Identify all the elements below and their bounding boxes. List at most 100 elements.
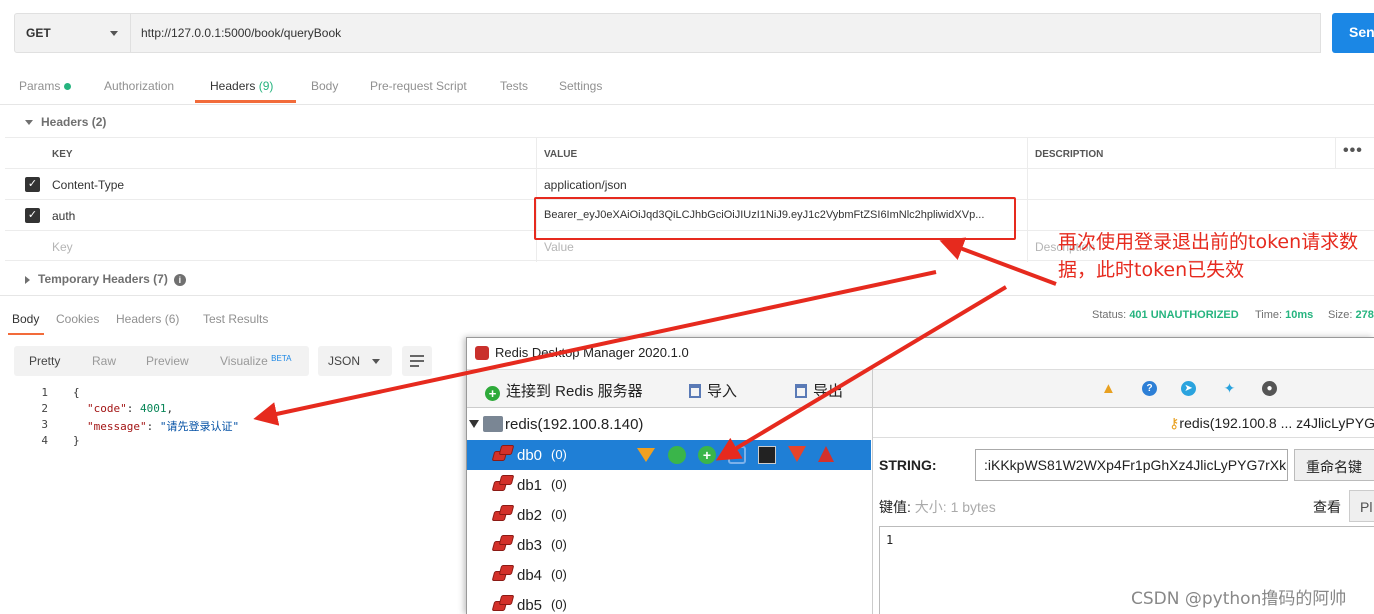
value-meta: 键值: 大小: 1 bytes [879,497,996,517]
db-node-db0[interactable]: db0 (0) + [467,440,871,470]
json-sep: : [146,420,160,433]
db-node-db4[interactable]: db4 (0) [467,560,871,590]
pane-divider[interactable] [872,369,873,614]
tab-prerequest-script[interactable]: Pre-request Script [370,79,467,93]
tab-params[interactable]: Params [19,79,72,93]
header-key-cell[interactable]: auth [45,200,536,231]
wrap-lines-button[interactable] [402,346,432,376]
method-select[interactable]: GET [14,13,131,53]
json-comma: , [166,402,174,415]
database-icon [491,565,515,583]
db-node-db2[interactable]: db2 (0) [467,500,871,530]
highlight-box [534,197,1016,240]
import-label: 导入 [707,383,738,400]
github-icon[interactable]: ● [1262,381,1277,396]
tab-headers-label: Headers [210,79,256,93]
analyze-icon[interactable] [788,446,806,462]
rdm-toolbar: + 连接到 Redis 服务器 导入 导出 ▲ ? ➤ ✦ ● [467,369,1374,408]
export-button[interactable]: 导出 [795,380,843,401]
header-desc-cell[interactable] [1027,200,1374,231]
help-icon[interactable]: ? [1142,381,1157,396]
db-node-db5[interactable]: db5 (0) [467,590,871,614]
connect-label: 连接到 Redis 服务器 [506,383,643,400]
caret-down-icon [25,120,33,126]
resp-tab-test-results[interactable]: Test Results [203,312,268,326]
url-input[interactable]: http://127.0.0.1:5000/book/queryBook [131,13,1321,53]
col-description: DESCRIPTION [1027,138,1335,169]
resp-active-tab-indicator [8,333,44,335]
add-key-icon[interactable]: + [698,446,716,464]
code-line: { [73,386,80,399]
header-value-cell[interactable]: application/json [536,169,1027,200]
db-node-db1[interactable]: db1 (0) [467,470,871,500]
filter-icon[interactable] [637,448,655,462]
headers-section-title: Headers (2) [41,115,107,129]
size-value: 278 [1355,309,1374,321]
temporary-headers-toggle[interactable]: Temporary Headers (7) i [25,272,186,286]
resp-tab-cookies[interactable]: Cookies [56,312,99,326]
tab-tests[interactable]: Tests [500,79,528,93]
request-bar: GET http://127.0.0.1:5000/book/queryBook… [0,0,1374,64]
line-number: 3 [41,418,48,431]
tab-headers-count: (9) [258,79,274,93]
resp-tab-body[interactable]: Body [12,312,39,326]
key-name-input[interactable]: :iKKkpWS81W2WXp4Fr1pGhXz4JlicLyPYG7rXk [975,449,1288,481]
table-header-row: KEY VALUE DESCRIPTION ••• [5,137,1374,169]
view-visualize-button[interactable]: Visualize BETA [220,354,291,368]
flush-icon[interactable] [728,446,746,464]
view-format-select[interactable]: Pl [1349,490,1374,522]
database-icon [491,445,515,463]
view-pretty-button[interactable]: Pretty [29,354,60,368]
tab-authorization[interactable]: Authorization [104,79,174,93]
db-count: (0) [551,567,567,582]
connect-server-button[interactable]: + 连接到 Redis 服务器 [485,380,643,401]
json-number: 4001 [140,402,167,415]
redis-desktop-manager-window: Redis Desktop Manager 2020.1.0 + 连接到 Redi… [466,337,1374,614]
headers-section-toggle[interactable]: Headers (2) [25,115,106,129]
params-dot-icon [64,83,72,91]
row-checkbox[interactable]: ✓ [25,177,40,192]
tab-headers[interactable]: Headers (9) [210,79,273,93]
temporary-headers-title: Temporary Headers (7) [38,272,168,286]
warning-icon[interactable]: ▲ [1101,381,1116,396]
tab-settings[interactable]: Settings [559,79,602,93]
database-icon [491,475,515,493]
telegram-icon[interactable]: ➤ [1181,381,1196,396]
row-checkbox[interactable]: ✓ [25,208,40,223]
twitter-icon[interactable]: ✦ [1222,381,1237,396]
new-key-input[interactable]: Key [45,231,536,262]
console-icon[interactable] [758,446,776,464]
visualize-label: Visualize [220,354,268,368]
format-select[interactable]: JSON [318,346,392,376]
view-mode-group: Pretty Raw Preview Visualize BETA [14,346,309,376]
db-name: db0 [517,447,543,464]
more-options-icon[interactable]: ••• [1343,142,1363,160]
delete-icon[interactable] [818,446,834,462]
view-preview-button[interactable]: Preview [146,354,189,368]
info-icon: i [173,273,186,286]
database-icon [491,505,515,523]
view-raw-button[interactable]: Raw [92,354,116,368]
tab-body[interactable]: Body [311,79,338,93]
watermark: CSDN @python撸码的阿帅 [1131,589,1347,609]
table-row: ✓ Content-Type application/json [5,168,1374,200]
header-key-cell[interactable]: Content-Type [45,169,536,200]
db-name: db5 [517,597,543,614]
db-node-db3[interactable]: db3 (0) [467,530,871,560]
send-button[interactable]: Sen [1332,13,1374,53]
db-name: db1 [517,477,543,494]
annotation-text: 再次使用登录退出前的token请求数据，此时token已失效 [1058,231,1359,281]
key-icon: ⚷ [1169,415,1180,431]
resp-tab-headers[interactable]: Headers (6) [116,312,179,326]
db-count: (0) [551,597,567,612]
key-tab-header[interactable]: ⚷redis(192.100.8 ... z4JlicLyPYG [873,408,1374,438]
reload-icon[interactable] [668,446,686,464]
header-desc-cell[interactable] [1027,169,1374,200]
chevron-down-icon [110,31,118,36]
rename-key-button[interactable]: 重命名键 [1294,449,1374,481]
import-button[interactable]: 导入 [689,380,737,401]
database-icon [491,535,515,553]
server-node[interactable]: redis(192.100.8.140) [467,409,871,439]
db-count: (0) [551,477,567,492]
size-label: 大小: [914,499,947,515]
